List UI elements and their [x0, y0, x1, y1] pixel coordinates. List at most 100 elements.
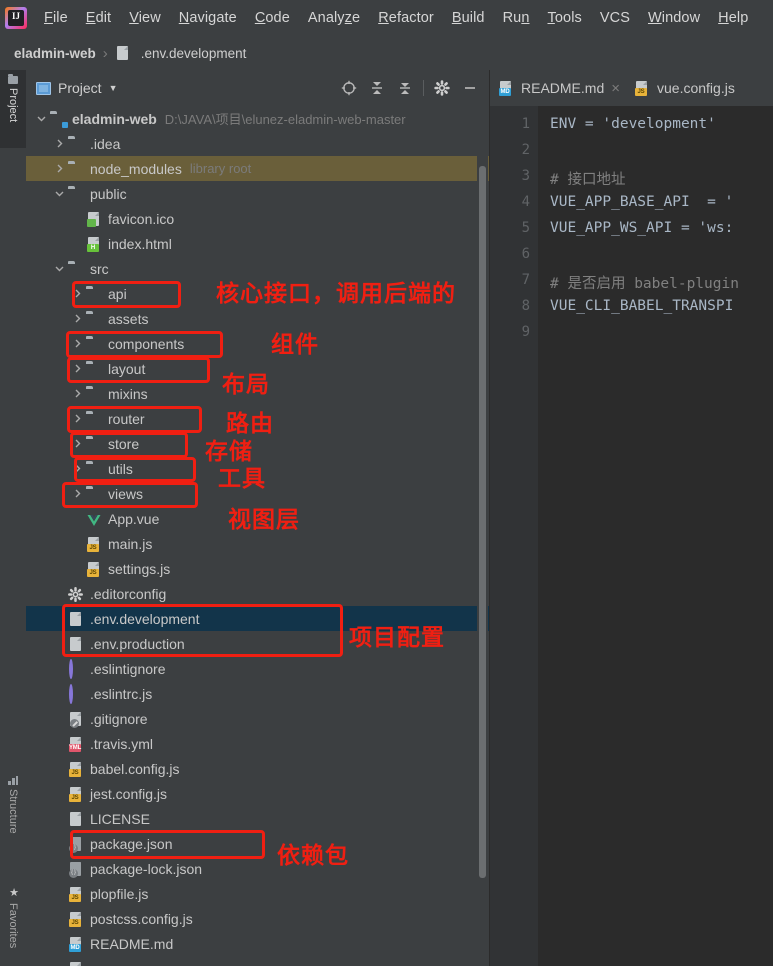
tool-window-favorites[interactable]: ★ Favorites — [0, 880, 26, 966]
menu-item-code[interactable]: Code — [246, 8, 299, 28]
folder-icon — [86, 386, 103, 402]
tree-row-license[interactable]: LICENSE — [26, 806, 490, 831]
menu-item-run[interactable]: Run — [494, 8, 539, 28]
file-plain-icon — [68, 636, 85, 652]
menu-item-tools[interactable]: Tools — [539, 8, 591, 28]
menu-item-view[interactable]: View — [120, 8, 170, 28]
chevron-down-icon[interactable]: ▼ — [109, 83, 118, 93]
breadcrumb-root[interactable]: eladmin-web — [14, 46, 96, 61]
file-md-icon: MD — [498, 80, 515, 96]
annotation-text: 布局 — [222, 372, 270, 398]
tree-row-src[interactable]: src — [26, 256, 490, 281]
expand-all-icon[interactable] — [363, 74, 391, 102]
tool-window-project[interactable]: Project — [0, 70, 26, 148]
project-tree-scrollbar[interactable] — [477, 70, 488, 966]
folder-icon — [68, 161, 85, 177]
chevron-right-icon[interactable] — [72, 463, 83, 474]
tree-row-eslintignore[interactable]: .eslintignore — [26, 656, 490, 681]
tree-row-idea[interactable]: .idea — [26, 131, 490, 156]
tree-row-plopfile-js[interactable]: JS plopfile.js — [26, 881, 490, 906]
folder-icon — [86, 461, 103, 477]
chevron-right-icon[interactable] — [54, 163, 65, 174]
folder-icon — [86, 436, 103, 452]
chevron-down-icon[interactable] — [54, 188, 65, 199]
chevron-right-icon[interactable] — [72, 338, 83, 349]
code-line: ENV = 'development' — [550, 116, 716, 132]
menu-item-help[interactable]: Help — [709, 8, 757, 28]
tree-row-package-json[interactable]: {} package.json — [26, 831, 490, 856]
tree-row-assets[interactable]: assets — [26, 306, 490, 331]
tree-row-favicon-ico[interactable]: favicon.ico — [26, 206, 490, 231]
tree-row-postcss-config-js[interactable]: JS postcss.config.js — [26, 906, 490, 931]
tree-row-public[interactable]: public — [26, 181, 490, 206]
menu-item-analyze[interactable]: Analyze — [299, 8, 369, 28]
breadcrumb-file[interactable]: .env.development — [141, 46, 247, 61]
tree-row-gitignore[interactable]: .gitignore — [26, 706, 490, 731]
project-tree[interactable]: eladmin-web D:\JAVA\项目\elunez-eladmin-web… — [26, 106, 490, 966]
collapse-all-icon[interactable] — [391, 74, 419, 102]
tree-row-babel-config-js[interactable]: JS babel.config.js — [26, 756, 490, 781]
tree-row-node-modules[interactable]: node_modules library root — [26, 156, 490, 181]
line-number: 4 — [521, 194, 530, 210]
chevron-right-icon[interactable] — [72, 438, 83, 449]
json-icon: {} — [68, 861, 85, 878]
file-js-icon: JS — [86, 536, 103, 552]
intellij-window: IJ File Edit View Navigate Code Analyze Refact… — [0, 0, 773, 966]
menu-item-build[interactable]: Build — [443, 8, 494, 28]
tree-row-eslintrc-js[interactable]: .eslintrc.js — [26, 681, 490, 706]
file-plain-icon — [68, 611, 85, 627]
editor-tab-vue-config-js[interactable]: JS vue.config.js — [626, 70, 741, 106]
chevron-down-icon[interactable] — [36, 113, 47, 124]
tree-row-label: .gitignore — [90, 710, 148, 727]
tree-row-editorconfig[interactable]: .editorconfig — [26, 581, 490, 606]
folder-icon — [68, 136, 85, 152]
editor-tab-readme-md[interactable]: MD README.md × — [490, 70, 626, 106]
tree-row-readme-md[interactable]: MD README.md — [26, 931, 490, 956]
chevron-right-icon[interactable] — [72, 363, 83, 374]
chevron-right-icon[interactable] — [72, 388, 83, 399]
tree-row[interactable]: JS — [26, 956, 490, 966]
close-icon[interactable]: × — [611, 80, 620, 97]
tree-row-components[interactable]: components — [26, 331, 490, 356]
annotation-text: 项目配置 — [349, 625, 445, 651]
menu-item-edit[interactable]: Edit — [77, 8, 120, 28]
breadcrumb-separator-icon: › — [102, 44, 108, 62]
tool-window-favorites-label: Favorites — [7, 903, 19, 949]
menu-item-window[interactable]: Window — [639, 8, 709, 28]
tree-row-label: .editorconfig — [90, 585, 167, 602]
editor-tab-label: vue.config.js — [657, 80, 735, 96]
chevron-right-icon[interactable] — [72, 313, 83, 324]
chevron-right-icon[interactable] — [54, 138, 65, 149]
tree-row-label: LICENSE — [90, 810, 150, 827]
tree-row-index-html[interactable]: Hindex.html — [26, 231, 490, 256]
vue-icon — [86, 511, 103, 527]
line-number: 6 — [521, 246, 530, 262]
settings-gear-icon[interactable] — [428, 74, 456, 102]
menu-item-file[interactable]: File — [35, 8, 77, 28]
chevron-right-icon[interactable] — [72, 288, 83, 299]
code-line: # 接口地址 — [550, 172, 626, 188]
chevron-right-icon[interactable] — [72, 488, 83, 499]
project-panel-title[interactable]: Project — [58, 80, 102, 96]
folder-icon — [86, 286, 103, 302]
tool-window-structure[interactable]: Structure — [0, 770, 26, 852]
tree-row-main-js[interactable]: JS main.js — [26, 531, 490, 556]
scrollbar-thumb[interactable] — [479, 166, 486, 878]
menu-item-vcs[interactable]: VCS — [591, 8, 639, 28]
tree-row-eladmin-web[interactable]: eladmin-web D:\JAVA\项目\elunez-eladmin-web… — [26, 106, 490, 131]
tree-row-jest-config-js[interactable]: JS jest.config.js — [26, 781, 490, 806]
editor-code-area[interactable]: ENV = 'development' # 接口地址 VUE_APP_BASE_AP… — [538, 106, 773, 966]
tree-row-package-lock-json[interactable]: {} package-lock.json — [26, 856, 490, 881]
file-yml-icon: YML — [68, 736, 85, 752]
tree-row-travis-yml[interactable]: YML .travis.yml — [26, 731, 490, 756]
chevron-right-icon[interactable] — [72, 413, 83, 424]
menu-item-navigate[interactable]: Navigate — [170, 8, 246, 28]
tree-row-settings-js[interactable]: JS settings.js — [26, 556, 490, 581]
chevron-down-icon[interactable] — [54, 263, 65, 274]
locate-icon[interactable] — [335, 74, 363, 102]
menu-item-refactor[interactable]: Refactor — [369, 8, 443, 28]
